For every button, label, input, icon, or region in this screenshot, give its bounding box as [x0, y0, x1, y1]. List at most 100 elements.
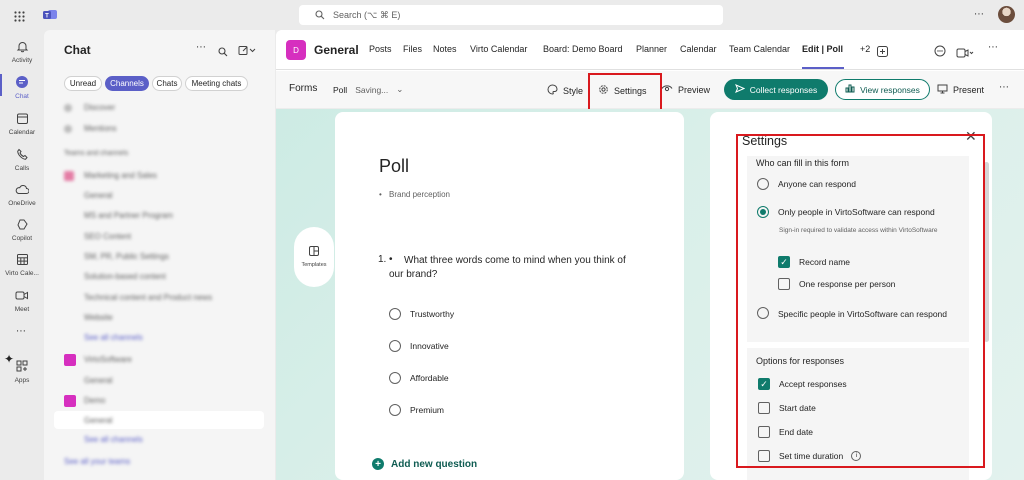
- active-tab-indicator: [802, 67, 844, 69]
- choice-option[interactable]: Premium: [389, 404, 444, 416]
- list-item[interactable]: VirtoSoftware: [84, 355, 132, 364]
- filter-channels[interactable]: Channels: [105, 76, 149, 91]
- tab-planner[interactable]: Planner: [636, 44, 667, 54]
- discover-icon: [64, 104, 72, 112]
- compose-icon[interactable]: [238, 43, 256, 61]
- grid-calendar-icon: [14, 251, 30, 267]
- team-avatar: [64, 395, 76, 407]
- list-item[interactable]: SEO Content: [84, 232, 131, 241]
- doc-name[interactable]: Poll Saving... ⌄: [333, 84, 403, 95]
- chat-bubble-icon[interactable]: [934, 44, 946, 62]
- templates-button[interactable]: Templates: [294, 227, 334, 287]
- radio-button[interactable]: [389, 404, 401, 416]
- more-options-icon[interactable]: ⋯: [988, 42, 998, 53]
- team-avatar: [64, 354, 76, 366]
- title-bar: T Search (⌥ ⌘ E) ⋯: [0, 0, 1024, 30]
- section-header: Teams and channels: [64, 150, 129, 157]
- teams-logo-icon: T: [43, 8, 57, 26]
- list-item[interactable]: Technical content and Product news: [84, 293, 212, 302]
- svg-text:T: T: [45, 14, 49, 20]
- list-item[interactable]: Website: [84, 313, 113, 322]
- rail-chat[interactable]: Chat: [0, 74, 44, 100]
- team-avatar: [64, 171, 74, 181]
- rail-label: Calls: [14, 165, 30, 172]
- list-item[interactable]: SM, PR, Public Settings: [84, 252, 169, 261]
- search-icon[interactable]: [218, 44, 228, 62]
- style-button[interactable]: Style: [547, 84, 583, 97]
- list-item[interactable]: General: [84, 376, 112, 385]
- chat-icon: [14, 74, 30, 90]
- rail-label: Apps: [14, 377, 30, 384]
- choice-option[interactable]: Trustworthy: [389, 308, 454, 320]
- list-item[interactable]: Marketing and Sales: [84, 171, 157, 180]
- tab-more[interactable]: +2: [860, 44, 870, 54]
- choice-option[interactable]: Affordable: [389, 372, 449, 384]
- rail-calls[interactable]: Calls: [0, 146, 44, 172]
- collect-responses-button[interactable]: Collect responses: [724, 79, 828, 100]
- rail-virto-calendar[interactable]: Virto Cale...: [0, 251, 44, 277]
- teams-window: T Search (⌥ ⌘ E) ⋯ Activity Chat Calenda…: [0, 0, 1024, 480]
- filter-meeting-chats[interactable]: Meeting chats: [185, 76, 248, 91]
- tab-posts[interactable]: Posts: [369, 44, 392, 54]
- tab-calendar[interactable]: Calendar: [680, 44, 717, 54]
- radio-button[interactable]: [389, 340, 401, 352]
- list-item[interactable]: See all your teams: [64, 457, 130, 466]
- tab-files[interactable]: Files: [403, 44, 422, 54]
- send-icon: [734, 84, 745, 95]
- view-responses-button[interactable]: View responses: [835, 79, 930, 100]
- cloud-icon: [14, 181, 30, 197]
- more-options-icon[interactable]: ⋯: [999, 82, 1009, 93]
- rail-label: Calendar: [8, 129, 36, 136]
- more-options-icon[interactable]: ⋯: [974, 9, 985, 20]
- list-item[interactable]: Discover: [84, 103, 115, 112]
- save-status: Saving...: [355, 84, 389, 95]
- tab-board[interactable]: Board: Demo Board: [543, 44, 623, 54]
- add-question-button[interactable]: + Add new question: [372, 458, 477, 470]
- tab-virto-calendar[interactable]: Virto Calendar: [470, 44, 527, 54]
- chat-panel: Chat ⋯ Unread Channels Chats Meeting cha…: [44, 30, 275, 480]
- plus-circle-icon: +: [372, 458, 384, 470]
- search-input[interactable]: Search (⌥ ⌘ E): [299, 5, 723, 25]
- rail-activity[interactable]: Activity: [0, 38, 44, 64]
- search-placeholder: Search (⌥ ⌘ E): [333, 9, 401, 20]
- bell-icon: [14, 38, 30, 54]
- radio-button[interactable]: [389, 372, 401, 384]
- present-button[interactable]: Present: [937, 84, 984, 96]
- rail-apps[interactable]: Apps: [0, 358, 44, 384]
- more-apps-icon[interactable]: ⋯: [16, 326, 26, 337]
- filter-unread[interactable]: Unread: [64, 76, 102, 91]
- more-options-icon[interactable]: ⋯: [196, 42, 206, 53]
- list-item[interactable]: See all channels: [84, 333, 143, 342]
- list-item[interactable]: General: [84, 416, 112, 425]
- settings-highlight: [588, 73, 662, 112]
- video-icon[interactable]: [956, 45, 974, 63]
- rail-meet[interactable]: Meet: [0, 287, 44, 313]
- form-subtitle[interactable]: • Brand perception: [379, 190, 450, 199]
- add-tab-icon[interactable]: [877, 44, 888, 62]
- tab-notes[interactable]: Notes: [433, 44, 457, 54]
- list-item[interactable]: Solution-based content: [84, 272, 166, 281]
- tab-team-calendar[interactable]: Team Calendar: [729, 44, 790, 54]
- question-text[interactable]: What three words come to mind when you t…: [389, 254, 641, 282]
- radio-button[interactable]: [389, 308, 401, 320]
- choice-option[interactable]: Innovative: [389, 340, 449, 352]
- filter-chats[interactable]: Chats: [152, 76, 182, 91]
- app-launcher-icon[interactable]: [14, 9, 25, 27]
- app-rail: Activity Chat Calendar Calls OneDrive Co…: [0, 30, 44, 480]
- present-icon: [937, 84, 948, 96]
- rail-copilot[interactable]: Copilot: [0, 216, 44, 242]
- main-area: D General Posts Files Notes Virto Calend…: [276, 30, 1024, 480]
- avatar[interactable]: [998, 6, 1015, 23]
- list-item[interactable]: Mentions: [84, 124, 116, 133]
- list-item[interactable]: Demo: [84, 396, 105, 405]
- rail-onedrive[interactable]: OneDrive: [0, 181, 44, 207]
- list-item[interactable]: See all channels: [84, 435, 143, 444]
- form-title[interactable]: Poll: [379, 156, 409, 177]
- list-item[interactable]: MS and Partner Program: [84, 211, 173, 220]
- rail-calendar[interactable]: Calendar: [0, 110, 44, 136]
- active-indicator: [0, 74, 2, 96]
- list-item[interactable]: General: [84, 191, 112, 200]
- tab-edit-poll[interactable]: Edit | Poll: [802, 44, 843, 54]
- rail-label: Copilot: [11, 235, 33, 242]
- preview-button[interactable]: Preview: [661, 84, 710, 95]
